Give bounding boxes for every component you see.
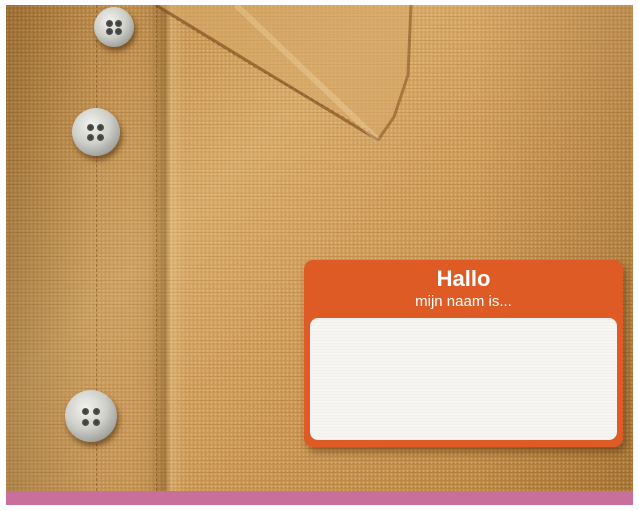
name-tag-greeting: Hallo [436,266,491,291]
shirt-button [72,108,120,156]
shirt-button [94,7,134,47]
name-tag: Hallo mijn naam is... [304,260,623,447]
photo-frame: Hallo mijn naam is... [6,5,633,505]
footer-color-band [6,491,633,505]
name-tag-blank-field [310,318,617,440]
name-tag-subtitle: mijn naam is... [415,293,512,310]
shirt-button [65,390,117,442]
